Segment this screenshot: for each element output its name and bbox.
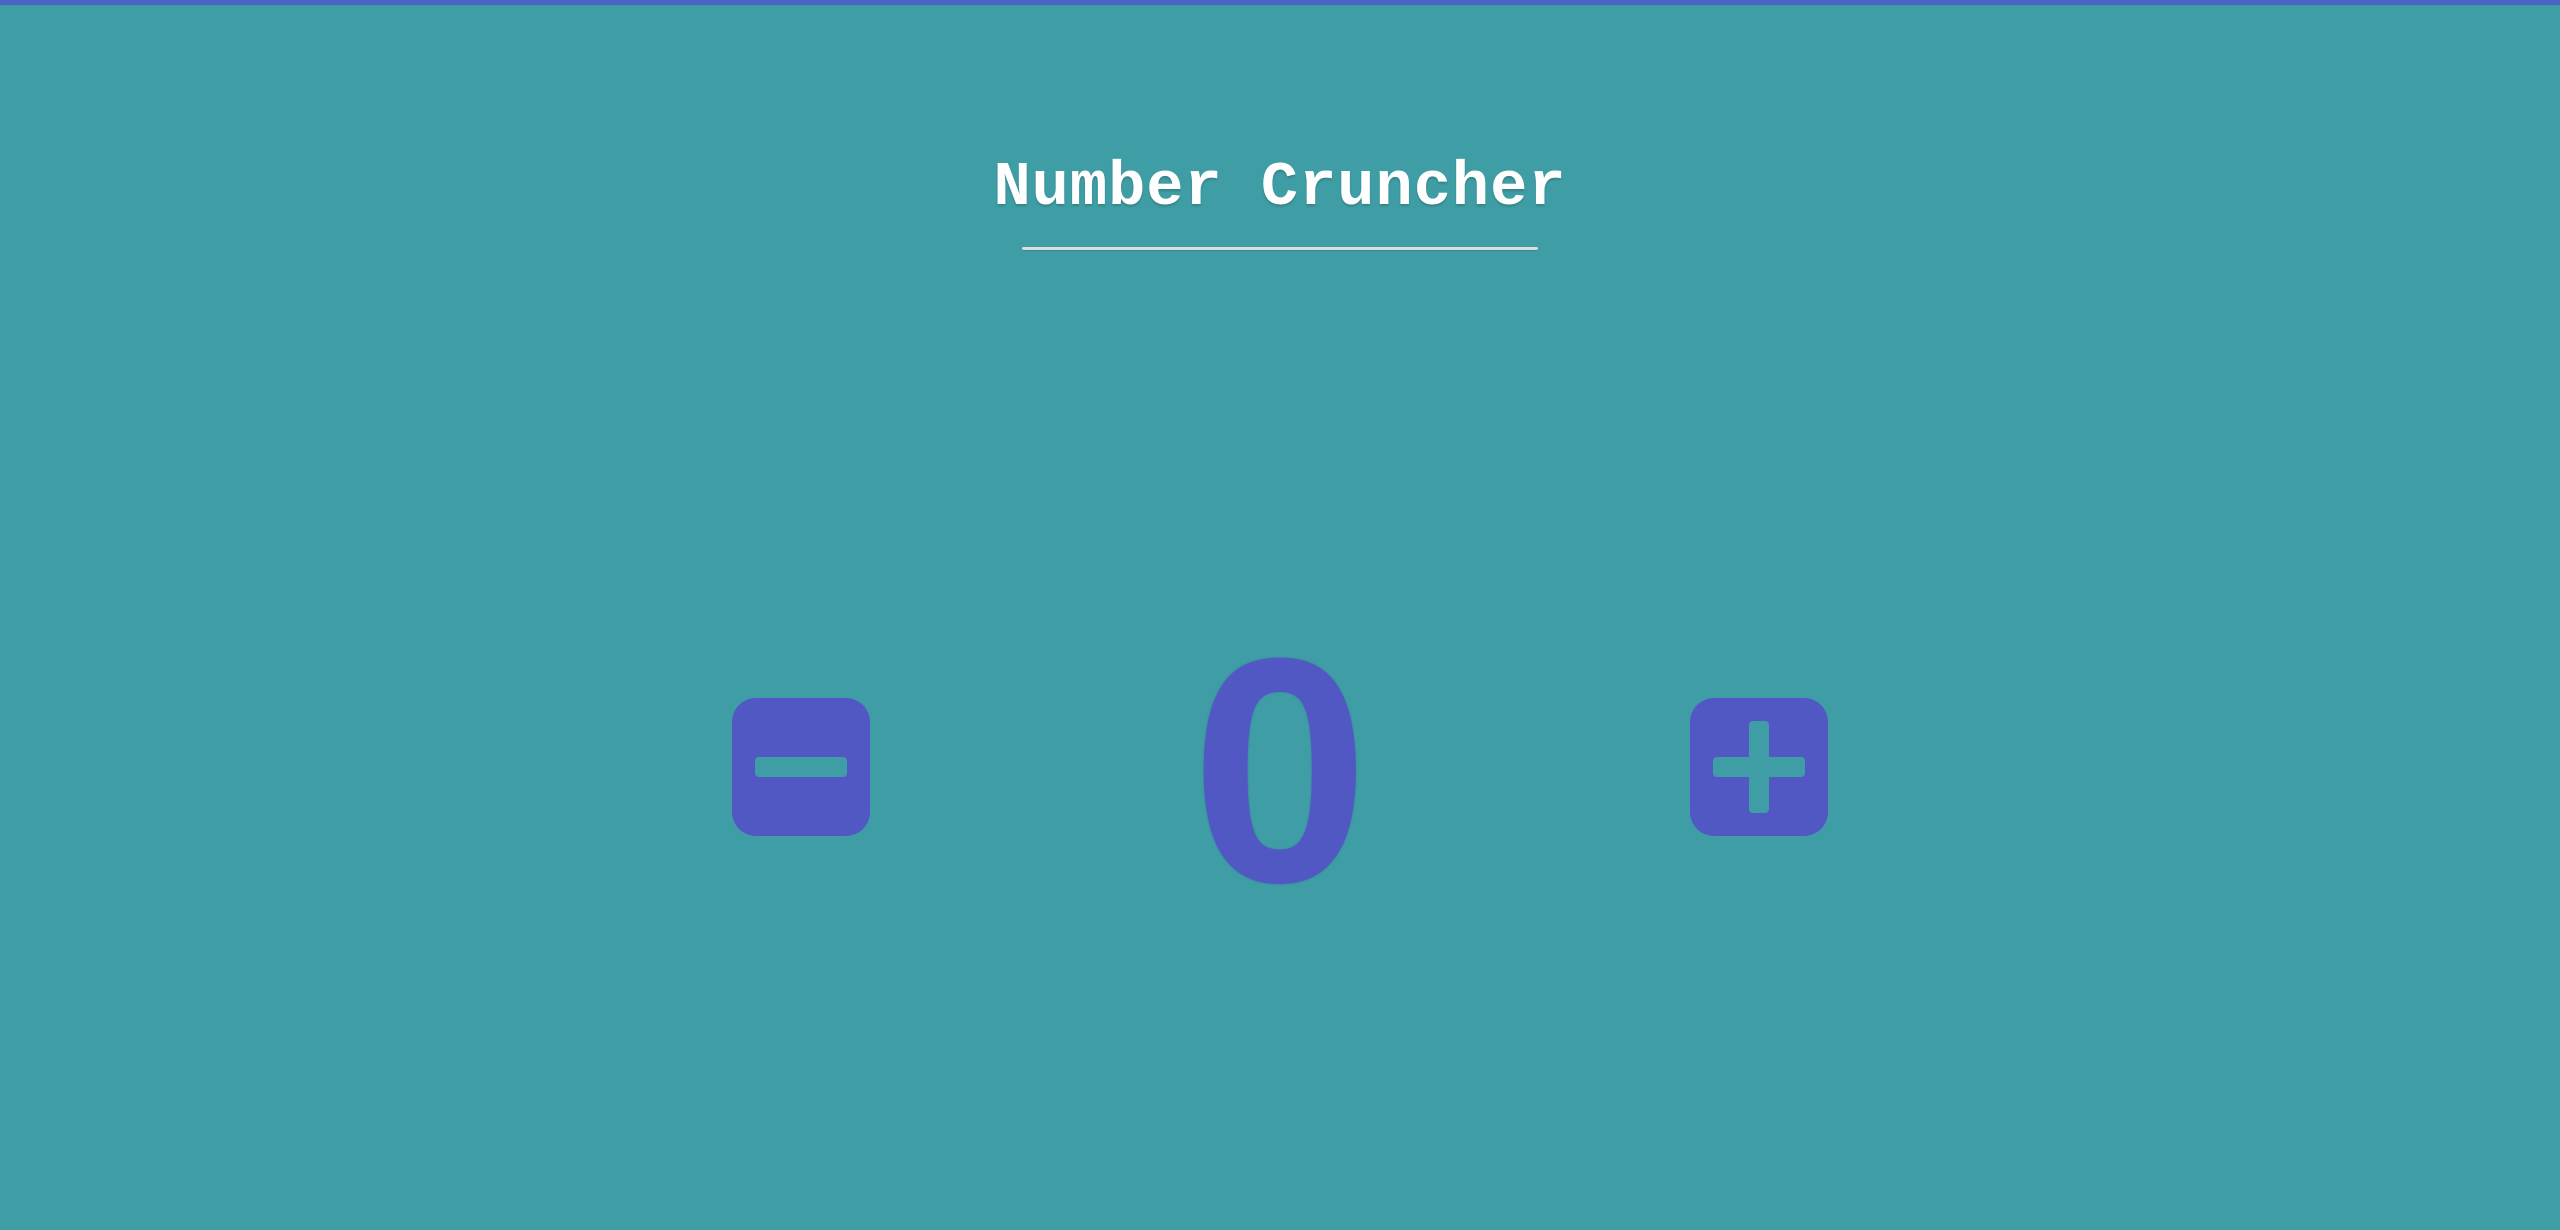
title-underline bbox=[1022, 247, 1538, 250]
counter-value: 0 bbox=[1191, 591, 1369, 949]
plus-icon-vertical-bar bbox=[1749, 721, 1769, 813]
decrement-button[interactable] bbox=[732, 698, 870, 836]
top-border bbox=[0, 0, 2560, 5]
minus-icon bbox=[755, 757, 847, 777]
increment-button[interactable] bbox=[1690, 698, 1828, 836]
page-title: Number Cruncher bbox=[993, 152, 1567, 223]
